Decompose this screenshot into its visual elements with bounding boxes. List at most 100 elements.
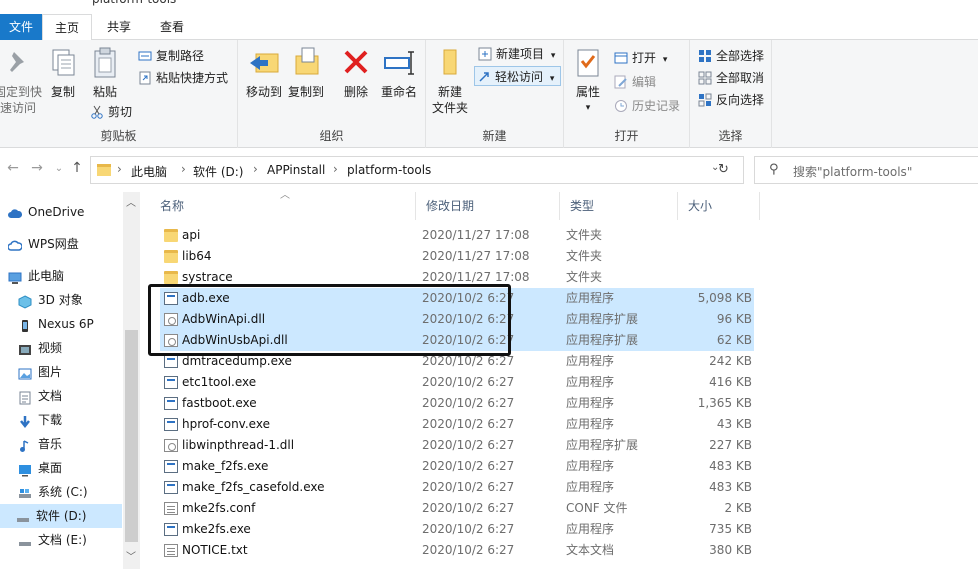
easy-access-button[interactable]: 轻松访问 ▾: [474, 66, 562, 86]
file-row[interactable]: libwinpthread-1.dll 2020/10/2 6:27 应用程序扩展 2…: [160, 435, 754, 456]
file-row[interactable]: adb.exe 2020/10/2 6:27 应用程序 5,098 KB: [160, 288, 754, 309]
application-icon: [164, 397, 178, 410]
pin-label: 固定到快速访问: [0, 85, 43, 115]
nav-item-videos[interactable]: 视频: [16, 336, 130, 360]
crumb-drive-d[interactable]: 软件 (D:): [193, 163, 243, 180]
copy-button[interactable]: 复制: [44, 46, 82, 100]
address-bar[interactable]: › 此电脑 › 软件 (D:) › APPinstall › platform-…: [90, 156, 744, 184]
edit-button[interactable]: 编辑: [612, 72, 656, 92]
file-row[interactable]: hprof-conv.exe 2020/10/2 6:27 应用程序 43 KB: [160, 414, 754, 435]
nav-item-drive-d[interactable]: 软件 (D:): [0, 504, 122, 528]
cut-label: 剪切: [108, 105, 133, 119]
search-box[interactable]: ⚲ 搜索"platform-tools": [754, 156, 978, 184]
file-list: ︿ 名称 修改日期 类型 大小 api 2020/11/27 17:08 文件夹 li…: [150, 190, 978, 569]
nav-pane-scrollbar[interactable]: ︿ ﹀: [123, 192, 140, 569]
nav-item-label: 桌面: [38, 461, 63, 475]
rename-label: 重命名: [380, 85, 417, 99]
nav-item-music[interactable]: 音乐: [16, 432, 130, 456]
recent-chevron-icon[interactable]: ⌄: [50, 163, 68, 174]
nav-item-label: 文档: [38, 389, 63, 403]
copy-path-button[interactable]: 复制路径: [136, 46, 204, 66]
column-header-type[interactable]: 类型: [560, 192, 678, 220]
back-arrow-icon[interactable]: ←: [4, 160, 22, 176]
new-folder-button[interactable]: 新建 文件夹: [430, 46, 470, 116]
file-row[interactable]: mke2fs.conf 2020/10/2 6:27 CONF 文件 2 KB: [160, 498, 754, 519]
search-icon: ⚲: [769, 162, 779, 177]
nav-item-downloads[interactable]: 下载: [16, 408, 130, 432]
file-row[interactable]: fastboot.exe 2020/10/2 6:27 应用程序 1,365 KB: [160, 393, 754, 414]
desktop-icon: [18, 461, 32, 477]
forward-arrow-icon[interactable]: →: [28, 160, 46, 176]
paste-shortcut-icon: [138, 71, 152, 85]
file-row[interactable]: dmtracedump.exe 2020/10/2 6:27 应用程序 242 KB: [160, 351, 754, 372]
scrollbar-thumb[interactable]: [125, 330, 138, 542]
file-row[interactable]: api 2020/11/27 17:08 文件夹: [160, 225, 754, 246]
crumb-appinstall[interactable]: APPinstall: [267, 163, 325, 177]
scroll-up-icon[interactable]: ︿: [126, 194, 136, 209]
application-icon: [164, 460, 178, 473]
file-date: 2020/10/2 6:27: [422, 501, 515, 515]
nav-item-nexus-6p[interactable]: Nexus 6P: [16, 312, 130, 336]
nav-item-desktop[interactable]: 桌面: [16, 456, 130, 480]
open-button[interactable]: 打开 ▾: [612, 48, 667, 68]
column-header-name[interactable]: 名称: [150, 192, 416, 220]
file-row[interactable]: make_f2fs.exe 2020/10/2 6:27 应用程序 483 KB: [160, 456, 754, 477]
file-type: CONF 文件: [566, 501, 628, 515]
nav-item-drive-c[interactable]: 系统 (C:): [16, 480, 130, 504]
history-button[interactable]: 历史记录: [612, 96, 680, 116]
cloud-icon: [7, 237, 23, 251]
nav-item-documents[interactable]: 文档: [16, 384, 130, 408]
pin-quick-access-button[interactable]: 固定到快速访问: [0, 46, 42, 116]
select-all-label: 全部选择: [716, 49, 765, 63]
column-header-date[interactable]: 修改日期: [416, 192, 560, 220]
file-name: hprof-conv.exe: [182, 417, 270, 431]
delete-button[interactable]: 删除: [338, 46, 374, 100]
paste-shortcut-button[interactable]: 粘贴快捷方式: [136, 68, 228, 88]
file-name: libwinpthread-1.dll: [182, 438, 295, 452]
paste-button[interactable]: 粘贴: [86, 46, 124, 100]
scroll-down-icon[interactable]: ﹀: [126, 548, 136, 563]
select-none-button[interactable]: 全部取消: [696, 68, 764, 88]
crumb-separator-icon: ›: [333, 162, 338, 176]
document-icon: [18, 389, 32, 405]
up-arrow-icon[interactable]: ↑: [68, 160, 86, 176]
tab-view[interactable]: 查看: [146, 14, 198, 40]
invert-selection-button[interactable]: 反向选择: [696, 90, 764, 110]
file-row[interactable]: systrace 2020/11/27 17:08 文件夹: [160, 267, 754, 288]
copy-to-label: 复制到: [287, 85, 324, 99]
tab-file[interactable]: 文件: [0, 14, 42, 40]
properties-button[interactable]: 属性 ▾: [570, 46, 606, 116]
file-row[interactable]: mke2fs.exe 2020/10/2 6:27 应用程序 735 KB: [160, 519, 754, 540]
copy-to-button[interactable]: 复制到: [286, 46, 326, 100]
new-item-button[interactable]: 新建项目 ▾: [476, 44, 555, 64]
file-type: 应用程序: [566, 522, 615, 536]
crumb-platform-tools[interactable]: platform-tools: [347, 163, 431, 177]
column-header-size[interactable]: 大小: [678, 192, 760, 220]
nav-item-this-pc[interactable]: 此电脑: [6, 264, 120, 288]
tab-share[interactable]: 共享: [94, 14, 144, 40]
refresh-icon[interactable]: ↻: [718, 162, 729, 177]
nav-item-3d-objects[interactable]: 3D 对象: [16, 288, 130, 312]
file-row[interactable]: etc1tool.exe 2020/10/2 6:27 应用程序 416 KB: [160, 372, 754, 393]
easy-access-label: 轻松访问: [495, 70, 544, 84]
file-name: adb.exe: [182, 291, 230, 305]
nav-item-wps-drive[interactable]: WPS网盘: [6, 232, 120, 256]
file-type: 应用程序: [566, 291, 615, 305]
rename-button[interactable]: 重命名: [378, 46, 420, 100]
file-row[interactable]: lib64 2020/11/27 17:08 文件夹: [160, 246, 754, 267]
tab-home[interactable]: 主页: [42, 14, 92, 41]
file-row[interactable]: make_f2fs_casefold.exe 2020/10/2 6:27 应用程序…: [160, 477, 754, 498]
nav-item-drive-e[interactable]: 文档 (E:): [16, 528, 130, 552]
clipboard-group-label: 剪贴板: [100, 129, 137, 143]
file-date: 2020/10/2 6:27: [422, 396, 515, 410]
file-row[interactable]: NOTICE.txt 2020/10/2 6:27 文本文档 380 KB: [160, 540, 754, 561]
nav-item-label: 视频: [38, 341, 63, 355]
select-all-button[interactable]: 全部选择: [696, 46, 764, 66]
cut-button[interactable]: 剪切: [88, 102, 132, 122]
move-to-button[interactable]: 移动到: [244, 46, 284, 100]
crumb-this-pc[interactable]: 此电脑: [131, 163, 167, 180]
file-row[interactable]: AdbWinApi.dll 2020/10/2 6:27 应用程序扩展 96 KB: [160, 309, 754, 330]
file-row[interactable]: AdbWinUsbApi.dll 2020/10/2 6:27 应用程序扩展 62 K…: [160, 330, 754, 351]
nav-item-pictures[interactable]: 图片: [16, 360, 130, 384]
nav-item-onedrive[interactable]: OneDrive: [6, 200, 120, 224]
